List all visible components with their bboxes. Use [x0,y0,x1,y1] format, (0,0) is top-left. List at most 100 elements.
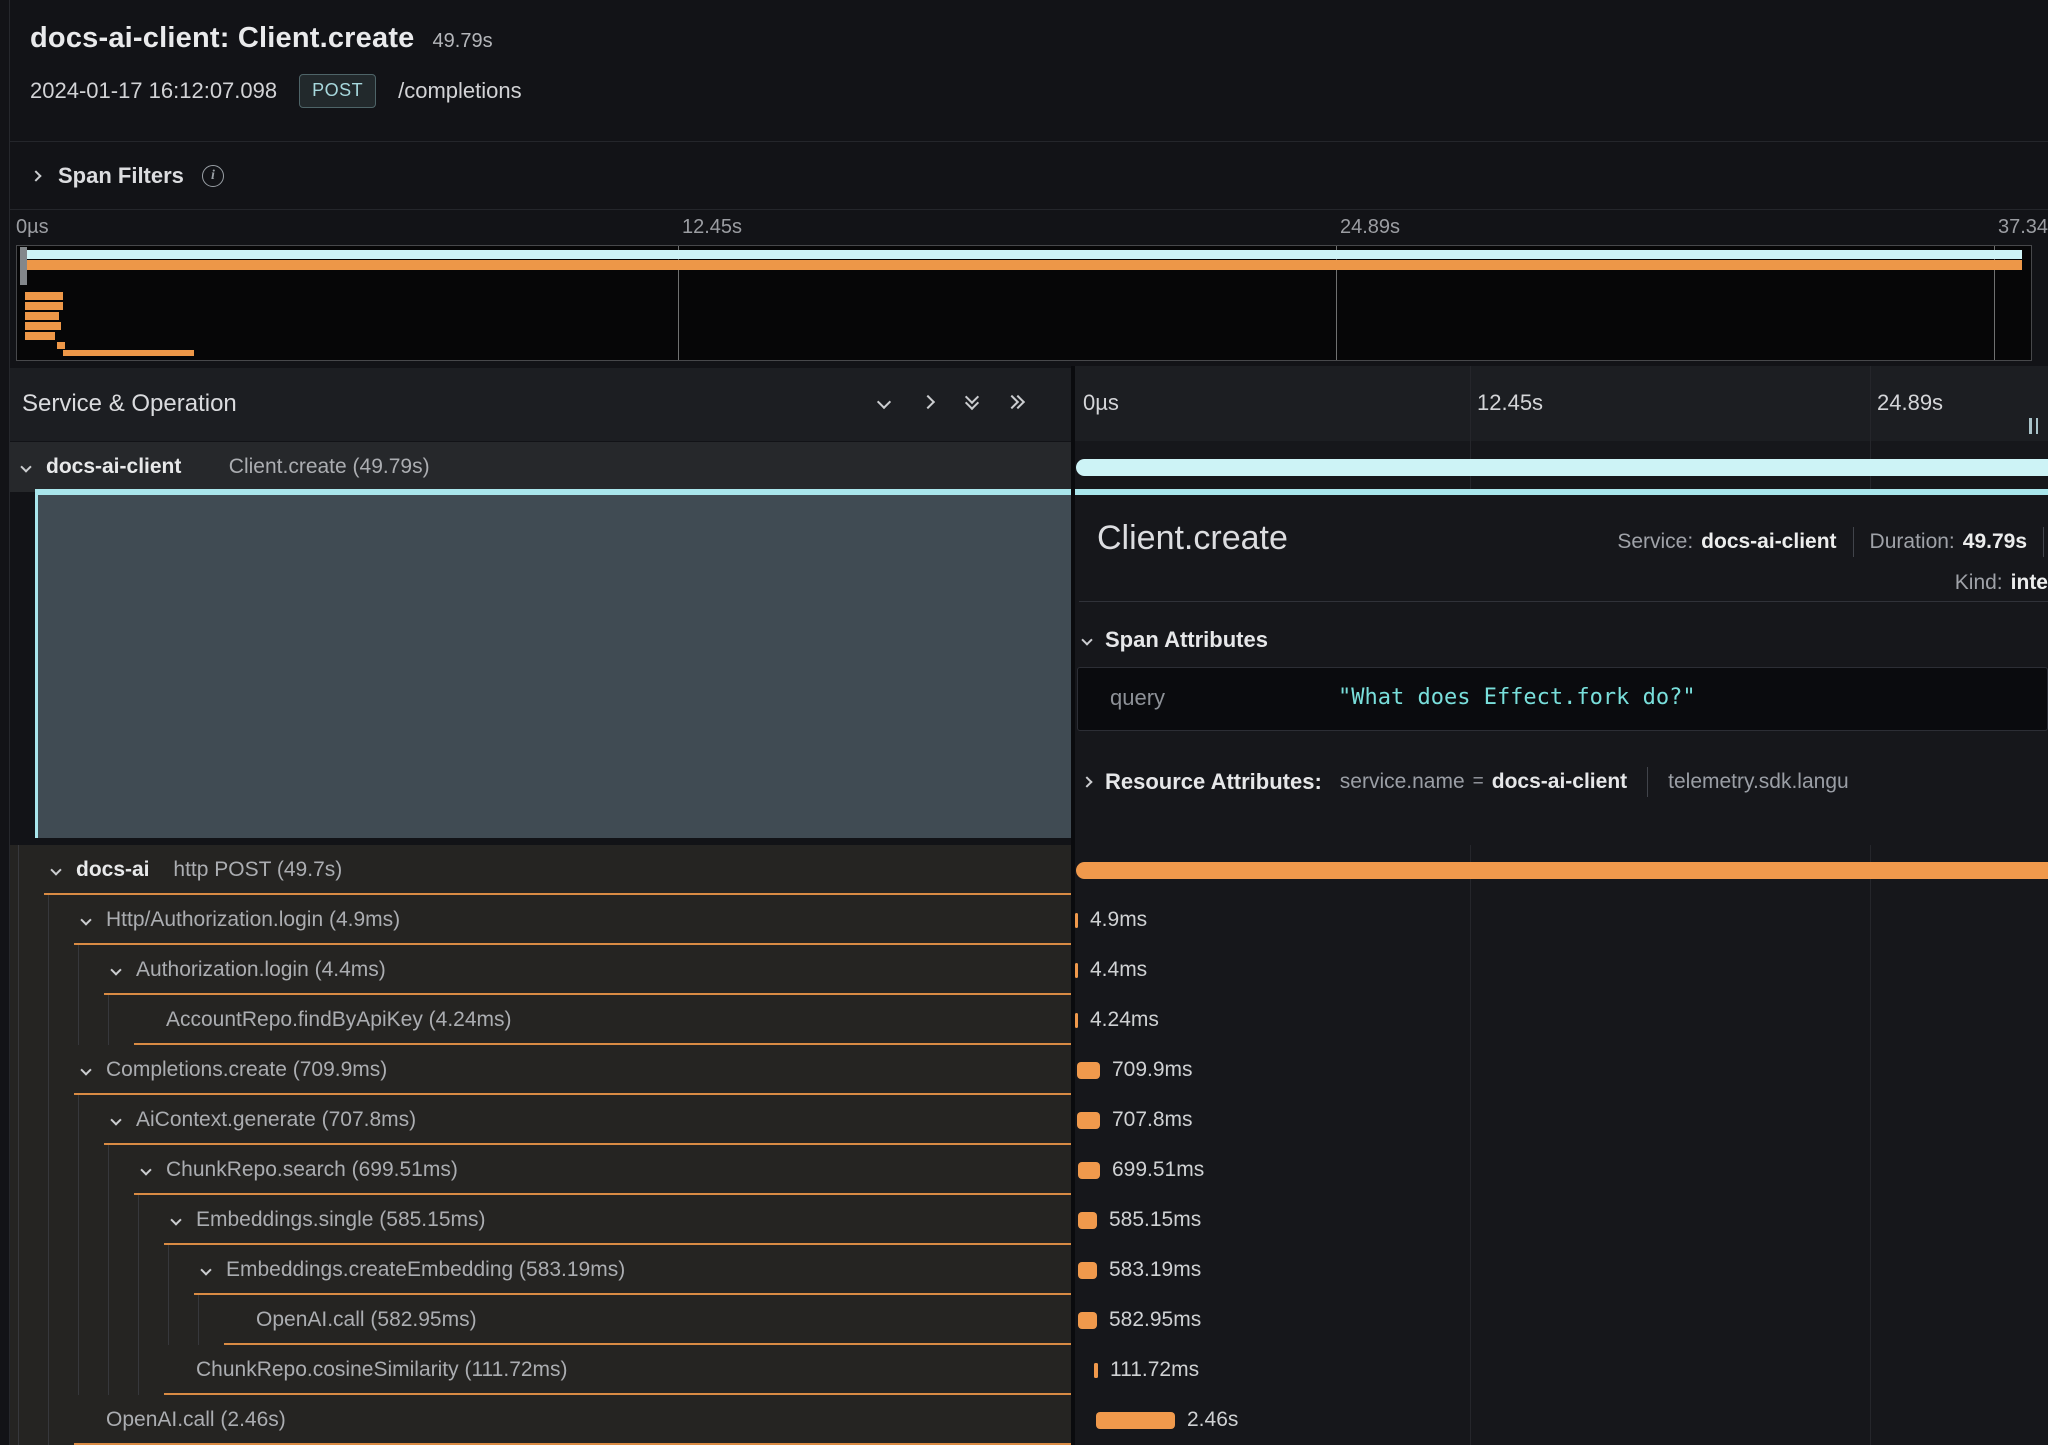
indent-guide [78,1145,79,1195]
span-duration-label: 583.19ms [1109,1258,1201,1282]
indent-guide [108,1295,109,1345]
span-duration-bar[interactable] [1094,1363,1098,1378]
span-bar-cell[interactable]: 4.24ms [1075,995,2048,1045]
span-row[interactable]: ChunkRepo.search (699.51ms)699.51ms [0,1145,2048,1195]
span-name-cell[interactable]: AccountRepo.findByApiKey (4.24ms) [10,995,1071,1045]
indent-guide [48,1395,49,1445]
span-bar-cell[interactable]: 707.8ms [1075,1095,2048,1145]
span-duration-bar[interactable] [1076,459,2048,476]
duration-label: Duration: [1870,530,1955,554]
span-duration-bar[interactable] [1078,1212,1097,1229]
span-name-cell[interactable]: Embeddings.createEmbedding (583.19ms) [10,1245,1071,1295]
chevron-down-icon[interactable] [20,461,31,472]
span-bar-cell[interactable]: 709.9ms [1075,1045,2048,1095]
span-bar-cell[interactable]: 4.9ms [1075,895,2048,945]
indent-guide [18,895,19,945]
indent-guide [48,1345,49,1395]
span-bar-cell[interactable]: 2.46s [1075,1395,2048,1445]
span-bar-cell[interactable] [1075,845,2048,895]
chevron-down-icon[interactable] [140,1164,151,1175]
resource-trailing: telemetry.sdk.langu [1668,770,1849,794]
chevron-right-icon[interactable] [30,170,41,181]
trace-viewer: docs-ai-client: Client.create 49.79s 202… [0,0,2048,1445]
span-name-cell[interactable]: ChunkRepo.cosineSimilarity (111.72ms) [10,1345,1071,1395]
chevron-down-icon[interactable] [170,1214,181,1225]
span-bar-cell[interactable]: 4.4ms [1075,945,2048,995]
span-row[interactable]: Completions.create (709.9ms)709.9ms [0,1045,2048,1095]
span-duration-bar[interactable] [1075,913,1078,928]
minimap-drag-handle[interactable] [20,247,27,285]
span-duration-bar[interactable] [1078,1262,1097,1279]
span-duration-bar[interactable] [1078,1162,1100,1179]
span-duration-bar[interactable] [1077,1112,1100,1129]
span-duration-bar[interactable] [1075,1013,1078,1028]
expand-one-icon[interactable] [921,395,935,409]
span-row[interactable]: AccountRepo.findByApiKey (4.24ms)4.24ms [0,995,2048,1045]
indent-guide [78,1195,79,1245]
span-row[interactable]: Http/Authorization.login (4.9ms)4.9ms [0,895,2048,945]
expand-all-icon[interactable] [1011,397,1023,407]
indent-guide [18,1245,19,1295]
span-attributes-header[interactable]: Span Attributes [1083,627,1268,653]
chevron-down-icon[interactable] [50,864,61,875]
span-name-cell[interactable]: OpenAI.call (582.95ms) [10,1295,1071,1345]
indent-guide [138,1245,139,1295]
trace-minimap[interactable]: 0µs12.45s24.89s37.34s [0,212,2048,366]
chevron-down-icon[interactable] [200,1264,211,1275]
span-duration-bar[interactable] [1077,1062,1100,1079]
span-name-cell[interactable]: docs-ai-clientClient.create (49.79s) [10,442,1071,492]
span-row[interactable]: Embeddings.createEmbedding (583.19ms) 583… [0,1245,2048,1295]
resource-attributes-row[interactable]: Resource Attributes: service.name = docs… [1083,767,2048,797]
span-name-cell[interactable]: docs-aihttp POST (49.7s) [10,845,1071,895]
chevron-down-icon[interactable] [110,964,121,975]
span-operation-name: OpenAI.call (582.95ms) [256,1308,477,1332]
span-name-cell[interactable]: Completions.create (709.9ms) [10,1045,1071,1095]
column-grabber-icon[interactable] [2029,418,2038,434]
chevron-down-icon[interactable] [80,914,91,925]
span-row[interactable]: OpenAI.call (582.95ms) 582.95ms [0,1295,2048,1345]
panel-resize-divider[interactable] [1071,366,1075,1445]
span-duration-bar[interactable] [1075,963,1078,978]
span-operation-name: Client.create (49.79s) [229,455,430,479]
span-name-cell[interactable]: AiContext.generate (707.8ms) [10,1095,1071,1145]
span-bar-cell[interactable]: 583.19ms [1075,1245,2048,1295]
span-row[interactable]: OpenAI.call (2.46s) 2.46s [0,1395,2048,1445]
span-name-cell[interactable]: Embeddings.single (585.15ms) [10,1195,1071,1245]
indent-guide [48,1195,49,1245]
info-icon[interactable]: i [202,165,224,187]
span-row[interactable]: ChunkRepo.cosineSimilarity (111.72ms) 111… [0,1345,2048,1395]
span-filters-bar[interactable]: Span Filters i [10,141,2048,210]
service-label: Service: [1617,530,1693,554]
span-bar-cell[interactable]: 582.95ms [1075,1295,2048,1345]
span-name-cell[interactable]: Authorization.login (4.4ms) [10,945,1071,995]
span-row[interactable]: AiContext.generate (707.8ms)707.8ms [0,1095,2048,1145]
chevron-down-icon[interactable] [80,1064,91,1075]
span-bar-cell[interactable] [1075,442,2048,492]
span-bar-cell[interactable]: 699.51ms [1075,1145,2048,1195]
span-row[interactable]: Authorization.login (4.4ms)4.4ms [0,945,2048,995]
span-duration-bar[interactable] [1096,1412,1175,1429]
span-name-cell[interactable]: OpenAI.call (2.46s) [10,1395,1071,1445]
selected-span-highlight [35,492,1071,838]
span-row[interactable]: Embeddings.single (585.15ms)585.15ms [0,1195,2048,1245]
span-duration-label: 2.46s [1187,1408,1238,1432]
span-row[interactable]: docs-ai-clientClient.create (49.79s) [0,442,2048,492]
timeline-tick-label: 24.89s [1877,390,1943,416]
trace-header: docs-ai-client: Client.create 49.79s 202… [10,0,2048,140]
span-row[interactable]: docs-aihttp POST (49.7s) [0,845,2048,895]
indent-guide [138,1345,139,1395]
minimap-tick-label: 24.89s [1340,216,1400,239]
indent-guide [48,1145,49,1195]
span-name-cell[interactable]: Http/Authorization.login (4.9ms) [10,895,1071,945]
span-bar-cell[interactable]: 111.72ms [1075,1345,2048,1395]
indent-guide [138,1295,139,1345]
span-name-cell[interactable]: ChunkRepo.search (699.51ms) [10,1145,1071,1195]
span-duration-bar[interactable] [1076,862,2048,879]
collapse-all-icon[interactable] [967,396,977,408]
minimap-canvas[interactable] [16,245,2032,361]
span-operation-name: ChunkRepo.cosineSimilarity (111.72ms) [196,1358,568,1382]
collapse-one-icon[interactable] [877,395,891,409]
span-bar-cell[interactable]: 585.15ms [1075,1195,2048,1245]
span-duration-bar[interactable] [1078,1312,1097,1329]
chevron-down-icon[interactable] [110,1114,121,1125]
